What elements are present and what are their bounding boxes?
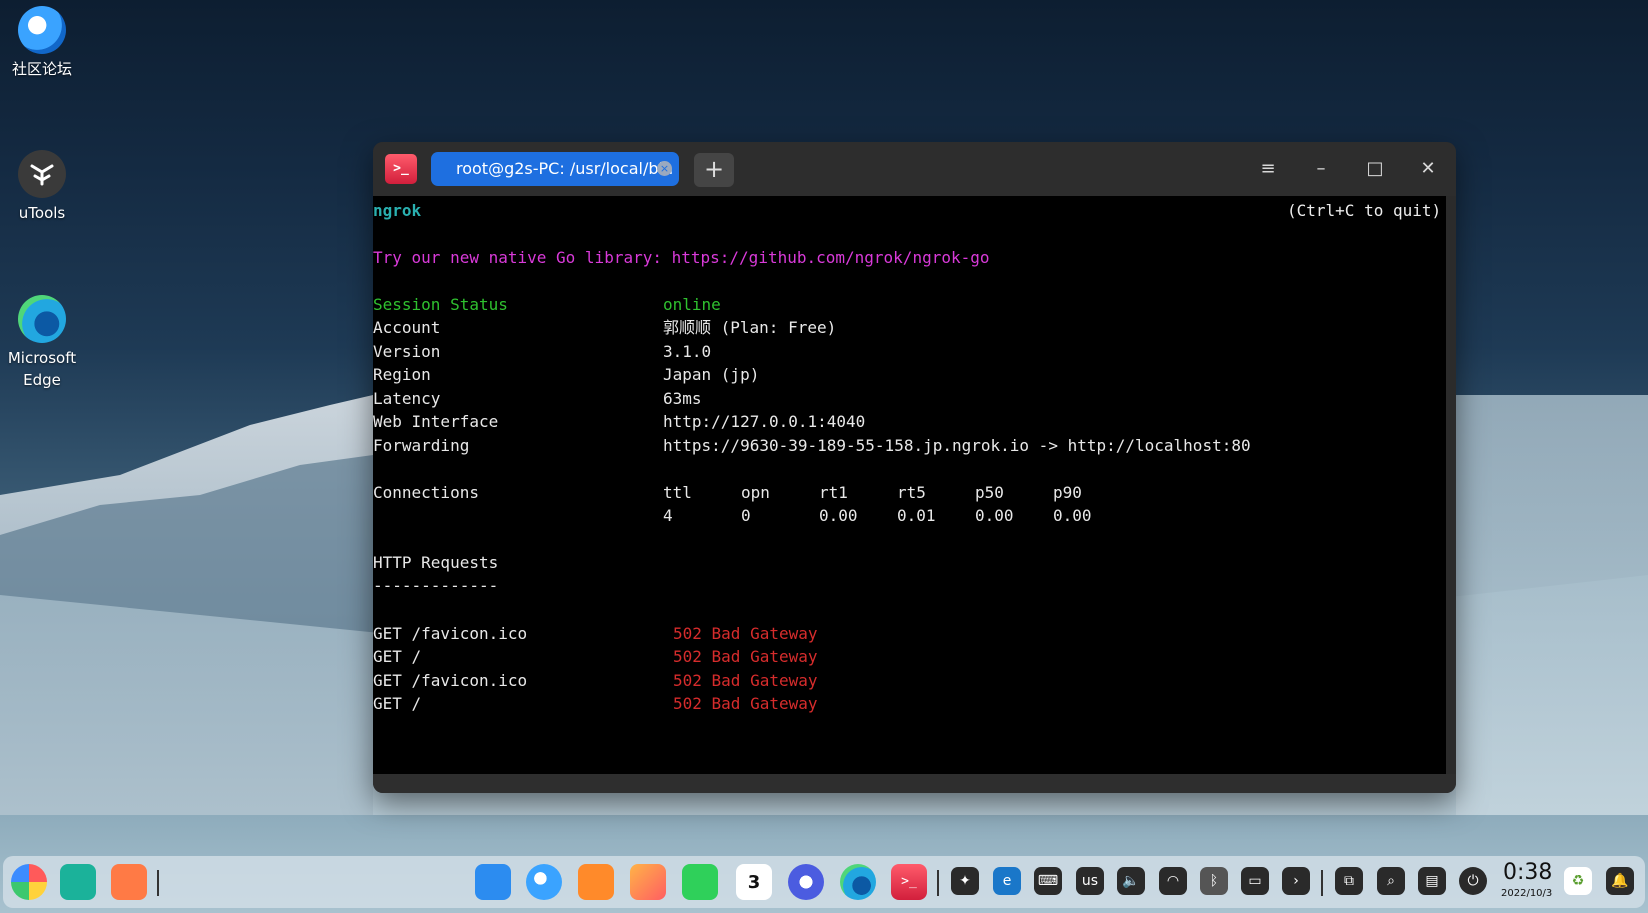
minimize-icon[interactable]: – (1306, 154, 1336, 184)
desktop-icon-edge[interactable]: Microsoft Edge (0, 295, 84, 391)
close-icon[interactable]: ✕ (1413, 154, 1443, 184)
promo-line: Try our new native Go library: https://g… (373, 248, 990, 267)
status-key: Session Status (373, 295, 508, 314)
connections-header: opn (741, 483, 770, 502)
connections-header: ttl (663, 483, 692, 502)
utools-tray-icon[interactable]: ✦ (951, 867, 979, 895)
window-titlebar[interactable]: >_ root@g2s-PC: /usr/local/bin × + ≡ – □… (373, 142, 1456, 196)
keyboard-icon[interactable]: ⌨ (1034, 867, 1062, 895)
chevron-right-icon[interactable]: › (1282, 867, 1310, 895)
app-store-icon[interactable] (475, 864, 511, 900)
terminal-bottom-bar (373, 774, 1456, 793)
connections-value: 4 (663, 506, 673, 525)
request-line: GET /favicon.ico (373, 671, 528, 690)
dock-separator (937, 870, 939, 896)
connections-value: 0.00 (1053, 506, 1092, 525)
menu-icon[interactable]: ≡ (1253, 154, 1283, 184)
request-line: GET /favicon.ico (373, 624, 528, 643)
status-value: 63ms (663, 389, 702, 408)
image-viewer-icon[interactable] (630, 864, 666, 900)
status-key: Forwarding (373, 436, 470, 455)
status-value: 郭顺顺 (Plan: Free) (663, 318, 837, 337)
status-value: https://9630-39-189-55-158.jp.ngrok.io -… (663, 436, 1251, 455)
connections-header: rt5 (897, 483, 926, 502)
settings-gear-icon[interactable] (788, 864, 824, 900)
request-status: 502 Bad Gateway (673, 624, 818, 643)
ngrok-title: ngrok (373, 201, 422, 220)
dock-separator (157, 870, 159, 896)
status-key: Version (373, 342, 441, 361)
screenshot-icon[interactable]: ⧉ (1335, 867, 1363, 895)
maximize-icon[interactable]: □ (1360, 154, 1390, 184)
add-tab-button[interactable]: + (694, 153, 734, 187)
quit-hint: (Ctrl+C to quit) (1287, 201, 1442, 220)
keyboard-layout-indicator[interactable]: us (1076, 867, 1104, 895)
calendar-icon[interactable]: 3 (736, 864, 772, 900)
tab-terminal[interactable]: root@g2s-PC: /usr/local/bin × (431, 152, 679, 186)
request-status: 502 Bad Gateway (673, 671, 818, 690)
request-line: GET / (373, 647, 422, 666)
clock-time[interactable]: 0:38 (1503, 860, 1552, 885)
tab-title: root@g2s-PC: /usr/local/bin (456, 159, 674, 178)
tab-close-icon[interactable]: × (657, 161, 672, 176)
dock-separator (1321, 870, 1323, 896)
utools-icon (18, 150, 66, 198)
search-icon[interactable]: ⌕ (1377, 867, 1405, 895)
desktop-icon-deepin-forum[interactable]: 社区论坛 (0, 6, 84, 80)
power-icon[interactable]: ⏻ (1459, 867, 1487, 895)
request-status: 502 Bad Gateway (673, 694, 818, 713)
bluetooth-icon[interactable]: ᛒ (1200, 867, 1228, 895)
request-status: 502 Bad Gateway (673, 647, 818, 666)
status-key: Account (373, 318, 441, 337)
battery-icon[interactable]: ▭ (1241, 867, 1269, 895)
volume-icon[interactable]: 🔈 (1117, 867, 1145, 895)
connections-value: 0 (741, 506, 751, 525)
desktop-icon-label: 社区论坛 (11, 60, 72, 78)
terminal-dock-icon[interactable]: >_ (891, 864, 927, 900)
connections-header: rt1 (819, 483, 848, 502)
terminal-app-icon[interactable]: >_ (385, 154, 417, 184)
app-grid-icon[interactable] (111, 864, 147, 900)
connections-header: p90 (1053, 483, 1082, 502)
terminal-output[interactable]: ngrok (Ctrl+C to quit) Try our new nativ… (373, 196, 1446, 774)
connections-value: 0.00 (819, 506, 858, 525)
file-manager-icon[interactable] (578, 864, 614, 900)
wifi-icon[interactable]: ◠ (1159, 867, 1187, 895)
terminal-window[interactable]: >_ root@g2s-PC: /usr/local/bin × + ≡ – □… (373, 142, 1456, 793)
status-value: online (663, 295, 721, 314)
connections-header: p50 (975, 483, 1004, 502)
http-requests-label: HTTP Requests (373, 553, 499, 572)
multitask-view-icon[interactable] (60, 864, 96, 900)
desktop-icon-label: uTools (18, 204, 66, 222)
notification-bell-icon[interactable]: 🔔 (1606, 867, 1634, 895)
deepin-forum-icon (18, 6, 66, 54)
status-key: Latency (373, 389, 441, 408)
keyboard-osk-icon[interactable]: ▤ (1418, 867, 1446, 895)
desktop-icon-label: Microsoft Edge (7, 349, 77, 389)
status-value: http://127.0.0.1:4040 (663, 412, 866, 431)
trash-icon[interactable]: ♻ (1564, 867, 1592, 895)
status-key: Region (373, 365, 431, 384)
http-divider: ------------- (373, 576, 499, 595)
clock-date[interactable]: 2022/10/3 (1501, 888, 1552, 899)
connections-label: Connections (373, 483, 479, 502)
status-value: 3.1.0 (663, 342, 712, 361)
edge-tray-icon[interactable]: e (993, 867, 1021, 895)
launcher-icon[interactable] (11, 864, 47, 900)
request-line: GET / (373, 694, 422, 713)
connections-value: 0.01 (897, 506, 936, 525)
edge-icon (18, 295, 66, 343)
taskbar-dock: 3 >_ ✦ e ⌨ us 🔈 ◠ ᛒ ▭ › ⧉ ⌕ ▤ ⏻ 0:38 202… (3, 856, 1645, 908)
status-key: Web Interface (373, 412, 499, 431)
edge-dock-icon[interactable] (840, 864, 876, 900)
status-value: Japan (jp) (663, 365, 760, 384)
browser-icon[interactable] (526, 864, 562, 900)
music-icon[interactable] (682, 864, 718, 900)
desktop-icon-utools[interactable]: uTools (0, 150, 84, 224)
connections-value: 0.00 (975, 506, 1014, 525)
